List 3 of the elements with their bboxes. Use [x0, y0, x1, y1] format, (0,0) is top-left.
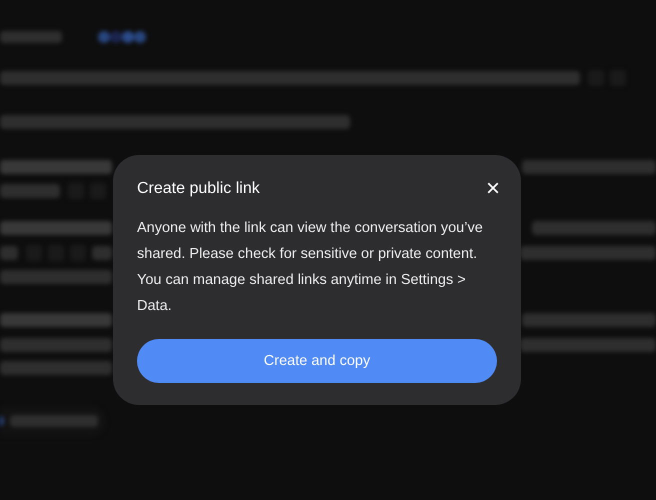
- close-button[interactable]: ×: [486, 179, 500, 199]
- dialog-message: Anyone with the link can view the conversation you’ve shared. Please check for sensitive or private content. You can manage shared links anytime in Settings > Data.: [137, 219, 484, 316]
- dialog-title: Create public link: [137, 180, 260, 198]
